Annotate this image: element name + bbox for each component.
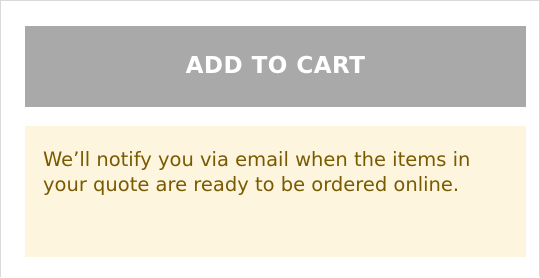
quote-notice-text: We’ll notify you via email when the item… [43, 148, 471, 196]
quote-notice-message: We’ll notify you via email when the item… [25, 126, 526, 257]
product-action-panel: ADD TO CART We’ll notify you via email w… [0, 0, 540, 277]
add-to-cart-button[interactable]: ADD TO CART [25, 26, 526, 107]
